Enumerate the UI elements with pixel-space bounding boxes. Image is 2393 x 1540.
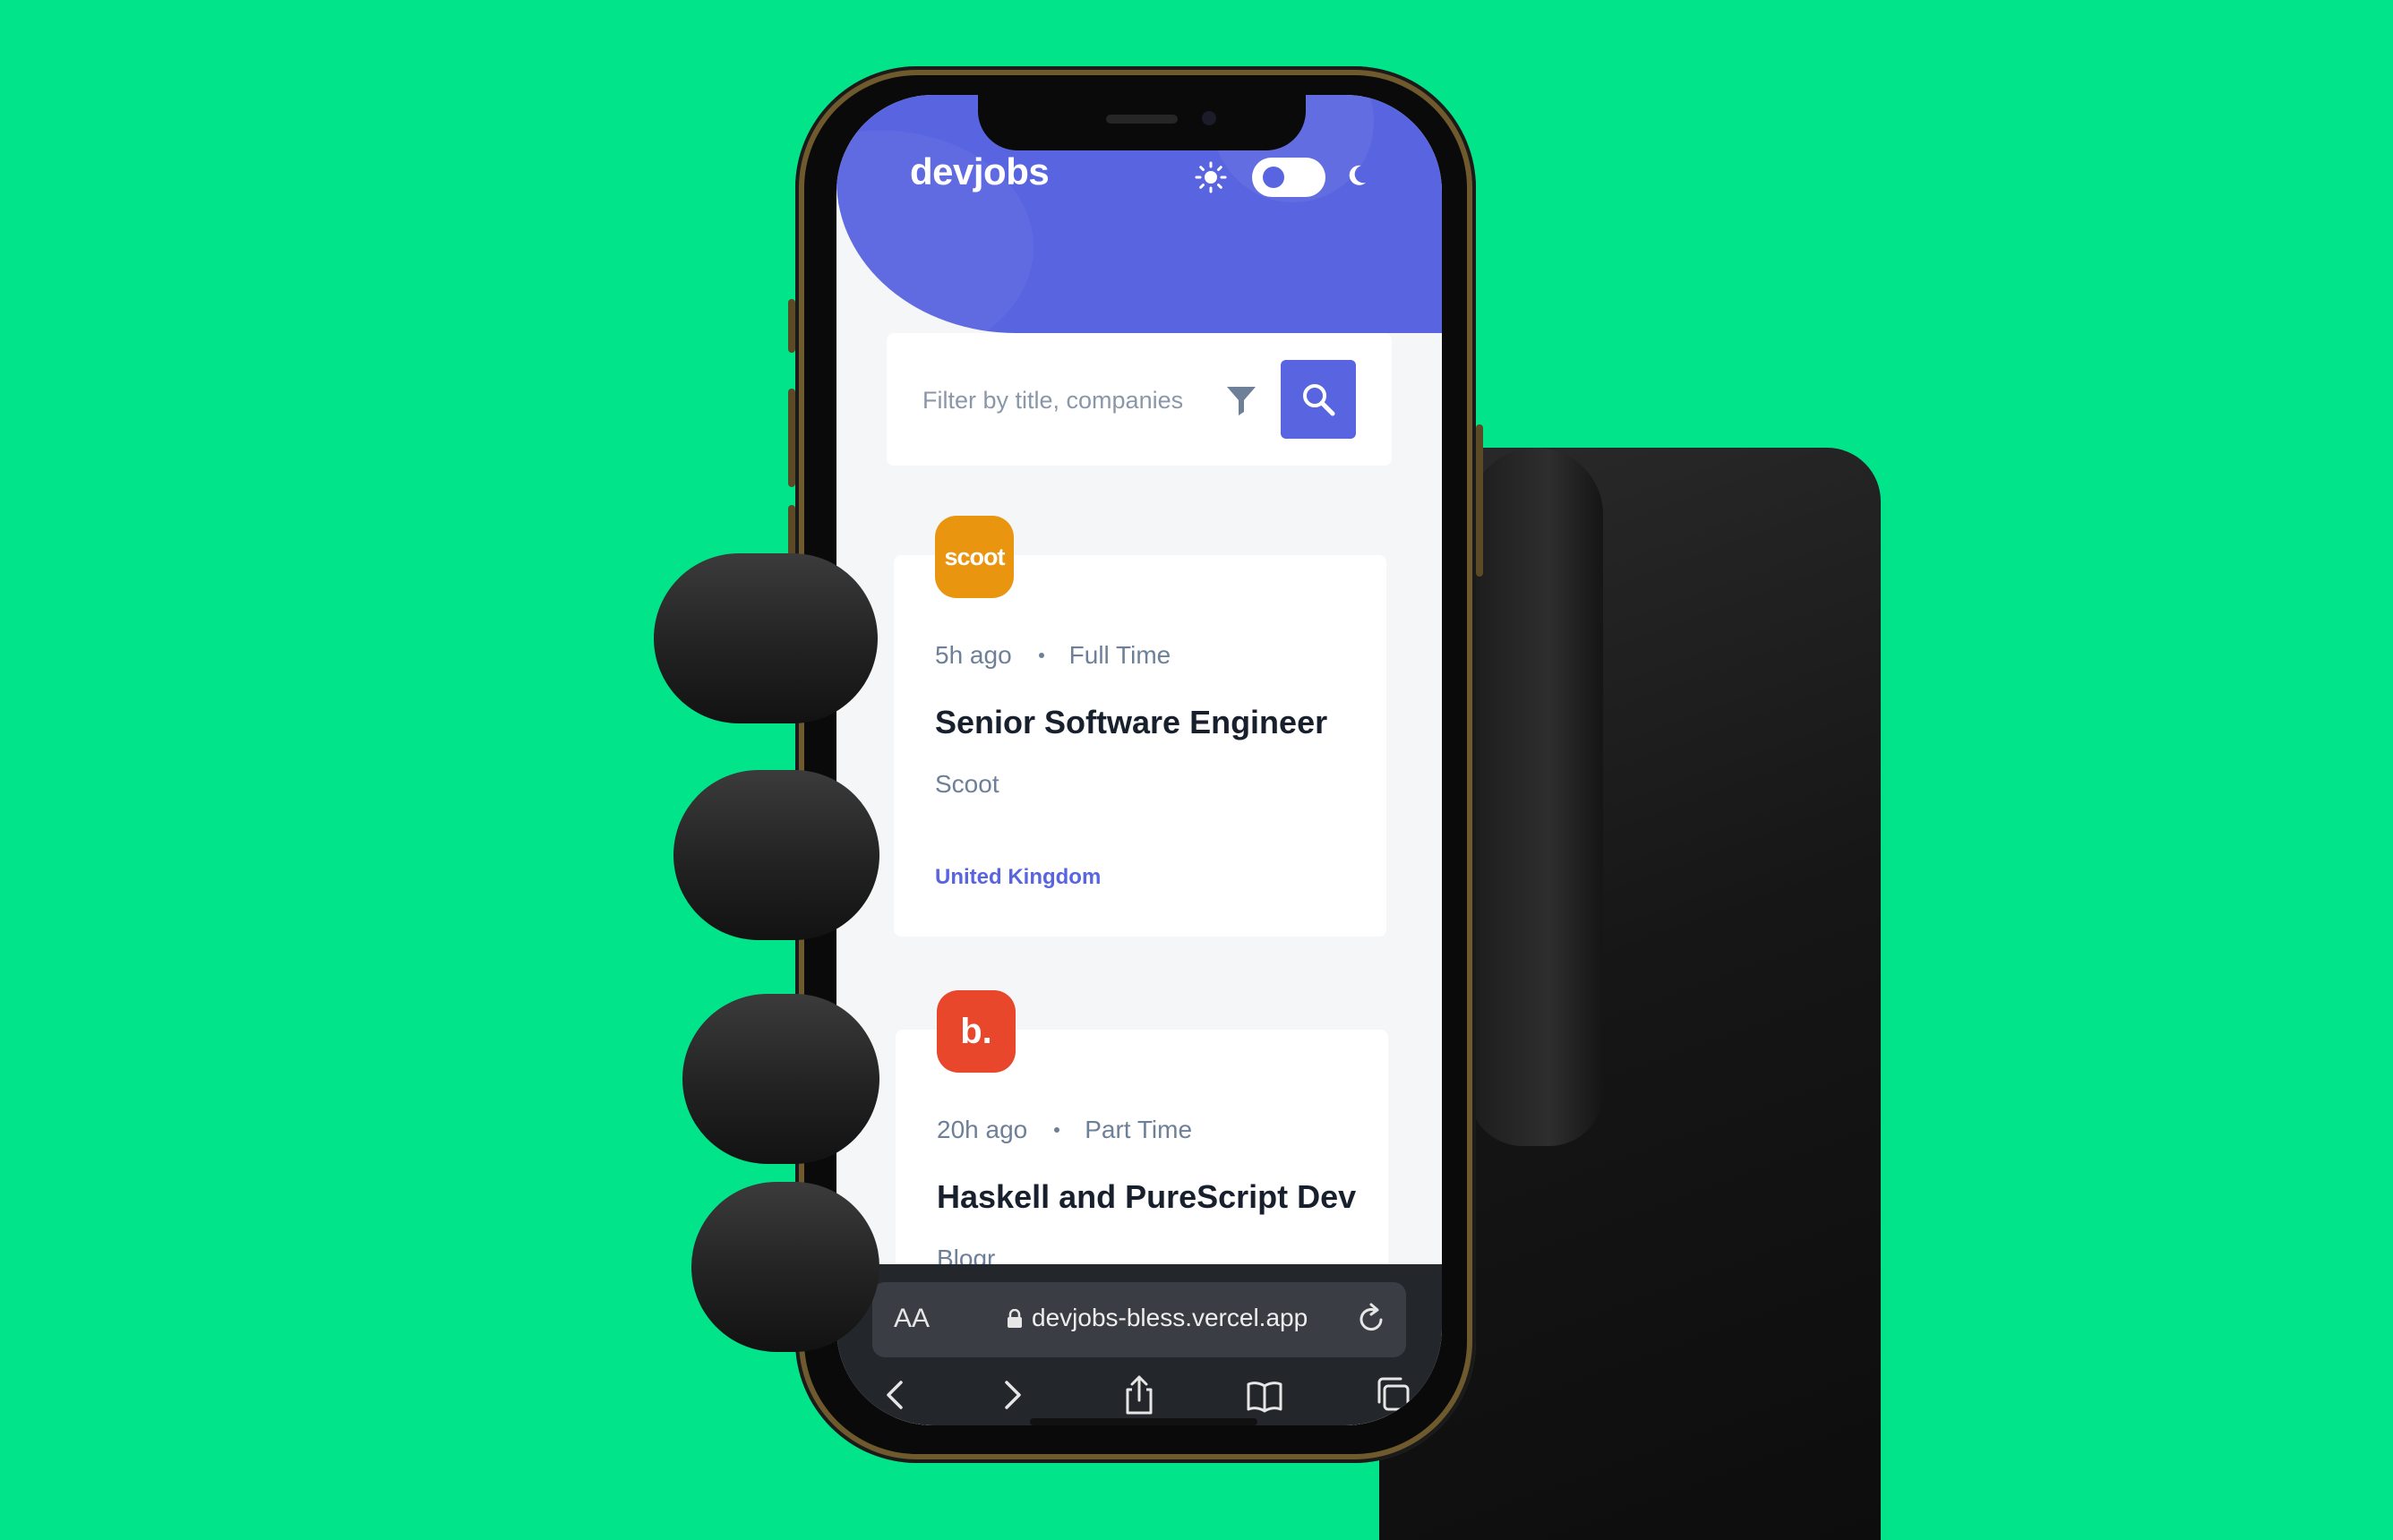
job-meta: 20h ago Part Time [937,1116,1192,1144]
job-card[interactable]: scoot 5h ago Full Time Senior Software En… [894,516,1386,937]
front-camera [1202,111,1216,125]
browser-toolbar: AA devjobs-bless.vercel.app [836,1264,1442,1425]
posted-time: 5h ago [935,641,1012,669]
back-icon[interactable] [876,1373,915,1416]
filter-icon[interactable] [1223,381,1259,417]
job-title[interactable]: Senior Software Engineer [935,704,1327,741]
phone-mute-switch [788,299,795,353]
phone-volume-up [788,389,795,487]
url-text[interactable]: devjobs-bless.vercel.app [1032,1304,1308,1332]
posted-time: 20h ago [937,1116,1028,1143]
moon-icon [1349,165,1366,185]
phone-notch [978,95,1306,150]
phone-power-button [1476,424,1483,577]
reload-icon[interactable] [1356,1302,1388,1336]
job-meta: 5h ago Full Time [935,641,1171,670]
hand-finger [691,1182,879,1352]
phone-frame: devjobs Filter by title, companies scoot… [788,66,1483,1463]
phone-screen: devjobs Filter by title, companies scoot… [836,95,1442,1425]
meta-separator [1038,652,1044,658]
hand-finger [682,994,879,1164]
job-title[interactable]: Haskell and PureScript Dev [937,1178,1356,1216]
tabs-icon[interactable] [1374,1373,1413,1416]
hand-thumb [1469,448,1603,1146]
search-bar [887,333,1392,466]
hand-finger [673,770,879,940]
sun-icon [1195,161,1227,193]
text-size-button[interactable]: AA [894,1304,930,1334]
theme-toggle[interactable] [1252,158,1325,197]
contract-type: Part Time [1085,1116,1193,1143]
search-icon [1303,384,1335,416]
forward-icon[interactable] [992,1373,1032,1416]
address-bar[interactable]: AA devjobs-bless.vercel.app [872,1282,1406,1357]
job-location: United Kingdom [935,865,1102,889]
contract-type: Full Time [1068,641,1171,669]
search-button[interactable] [1281,360,1356,439]
toggle-knob [1263,167,1284,188]
app-logo[interactable]: devjobs [910,150,1050,193]
home-indicator[interactable] [1030,1418,1257,1425]
company-logo-blogr: b. [937,990,1016,1073]
lock-icon [1008,1309,1022,1328]
meta-separator [1054,1126,1060,1133]
bookmarks-icon[interactable] [1245,1373,1284,1416]
company-logo-scoot: scoot [935,516,1014,598]
mockup-stage: devjobs Filter by title, companies scoot… [0,0,2393,1540]
search-input[interactable] [921,383,1211,417]
share-icon[interactable] [1119,1373,1159,1416]
hand-finger [654,553,878,723]
speaker [1106,115,1178,124]
company-name: Scoot [935,770,999,798]
